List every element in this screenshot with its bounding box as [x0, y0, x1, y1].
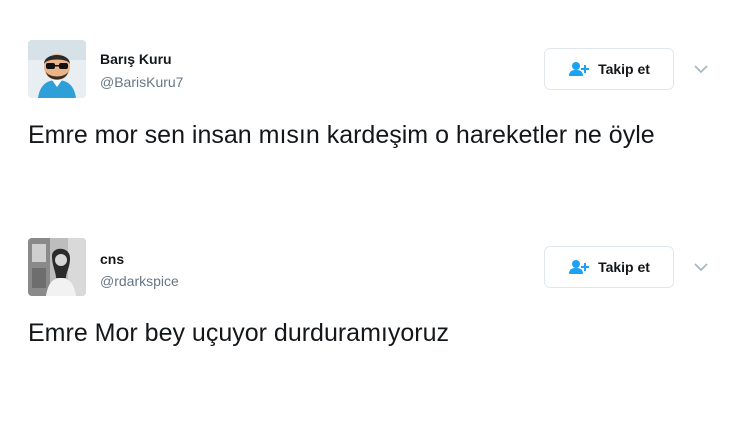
display-name[interactable]: cns: [100, 251, 124, 267]
chevron-down-icon[interactable]: [692, 63, 710, 75]
follow-button[interactable]: Takip et: [544, 246, 674, 288]
follow-button-label: Takip et: [598, 259, 650, 275]
follow-button-label: Takip et: [598, 61, 650, 77]
display-name[interactable]: Barış Kuru: [100, 51, 172, 67]
avatar-photo-icon: [28, 238, 86, 296]
avatar[interactable]: [28, 238, 86, 296]
add-user-icon: [569, 62, 590, 76]
user-handle[interactable]: @rdarkspice: [100, 273, 179, 289]
tweet-card: Barış Kuru @BarisKuru7 Takip et Emre mor…: [0, 0, 752, 215]
tweet-text: Emre mor sen insan mısın kardeşim o hare…: [28, 121, 655, 149]
add-user-icon: [569, 260, 590, 274]
follow-button[interactable]: Takip et: [544, 48, 674, 90]
chevron-down-icon[interactable]: [692, 261, 710, 273]
user-handle[interactable]: @BarisKuru7: [100, 74, 183, 90]
tweet-text: Emre Mor bey uçuyor durduramıyoruz: [28, 319, 449, 347]
avatar-cartoon-icon: [28, 40, 86, 98]
tweet-card: cns @rdarkspice Takip et Emre Mor bey uç…: [0, 215, 752, 432]
avatar[interactable]: [28, 40, 86, 98]
